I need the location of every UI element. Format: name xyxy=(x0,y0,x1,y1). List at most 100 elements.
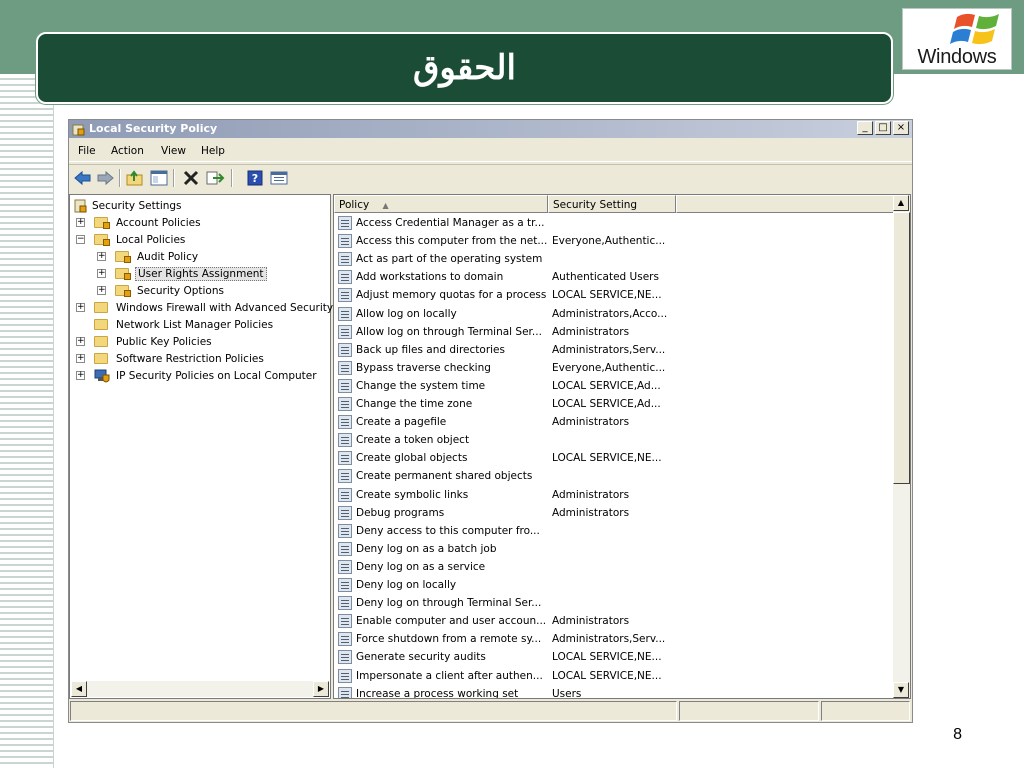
policy-row[interactable]: Impersonate a client after authen... LOCA… xyxy=(334,667,895,685)
policy-icon xyxy=(338,559,352,574)
policy-row[interactable]: Change the time zone LOCAL SERVICE,Ad... xyxy=(334,395,895,413)
tree-horizontal-scrollbar[interactable]: ◀ ▶ xyxy=(71,681,329,697)
policy-name: Enable computer and user accoun... xyxy=(356,615,547,628)
network-shield-icon xyxy=(94,369,110,383)
policy-name: Debug programs xyxy=(356,506,445,519)
policy-row[interactable]: Create permanent shared objects xyxy=(334,467,895,485)
policy-row[interactable]: Debug programs Administrators xyxy=(334,504,895,522)
policy-name: Change the system time xyxy=(356,379,486,392)
policy-row[interactable]: Create global objects LOCAL SERVICE,NE... xyxy=(334,449,895,467)
policy-name: Access Credential Manager as a tr... xyxy=(356,217,545,229)
policy-icon xyxy=(338,342,352,357)
folder-icon xyxy=(94,336,108,347)
policy-row[interactable]: Generate security audits LOCAL SERVICE,NE… xyxy=(334,648,895,666)
column-header-policy[interactable]: Policy ▲ xyxy=(334,195,548,213)
tree-item-label: Windows Firewall with Advanced Security xyxy=(116,302,334,314)
folder-icon xyxy=(94,353,108,364)
menu-file[interactable]: File xyxy=(78,145,96,157)
expand-icon[interactable]: + xyxy=(97,269,106,278)
policy-row[interactable]: Create symbolic links Administrators xyxy=(334,486,895,504)
policy-icon xyxy=(338,487,352,502)
toolbar: ? xyxy=(69,164,912,190)
list-vertical-scrollbar[interactable]: ▲ ▼ xyxy=(893,195,910,698)
expand-icon[interactable]: + xyxy=(76,337,85,346)
policy-icon xyxy=(338,668,352,683)
policy-row[interactable]: Change the system time LOCAL SERVICE,Ad..… xyxy=(334,377,895,395)
menu-help[interactable]: Help xyxy=(201,145,225,157)
column-header-security-setting[interactable]: Security Setting xyxy=(548,195,676,213)
maximize-button[interactable]: □ xyxy=(875,121,891,135)
policy-row[interactable]: Deny log on as a service xyxy=(334,558,895,576)
expand-icon[interactable]: + xyxy=(76,303,85,312)
expand-icon[interactable]: + xyxy=(76,218,85,227)
scroll-left-icon[interactable]: ◀ xyxy=(71,681,87,697)
menu-view[interactable]: View xyxy=(161,145,186,157)
policy-name: Create symbolic links xyxy=(356,488,469,501)
policy-row[interactable]: Enable computer and user accoun... Admini… xyxy=(334,612,895,630)
policy-row[interactable]: Bypass traverse checking Everyone,Authent… xyxy=(334,359,895,377)
policy-name: Create a pagefile xyxy=(356,416,447,429)
policy-security-setting: Everyone,Authentic... xyxy=(552,235,666,248)
tree-item-label: Public Key Policies xyxy=(116,336,212,348)
show-hide-tree-icon[interactable] xyxy=(149,169,169,187)
scroll-right-icon[interactable]: ▶ xyxy=(313,681,329,697)
expand-icon[interactable]: + xyxy=(76,354,85,363)
policy-row[interactable]: Create a token object xyxy=(334,431,895,449)
properties-icon[interactable] xyxy=(269,169,289,187)
export-icon[interactable] xyxy=(205,169,225,187)
forward-arrow-icon[interactable] xyxy=(95,169,115,187)
lock-icon xyxy=(124,256,131,263)
policy-name: Deny access to this computer fro... xyxy=(356,524,540,537)
policy-row[interactable]: Deny log on as a batch job xyxy=(334,540,895,558)
expand-icon[interactable]: + xyxy=(76,371,85,380)
policy-row[interactable]: Create a pagefile Administrators xyxy=(334,413,895,431)
up-folder-icon[interactable] xyxy=(125,169,145,187)
policy-row[interactable]: Act as part of the operating system xyxy=(334,250,895,268)
policy-row[interactable]: Adjust memory quotas for a process LOCAL … xyxy=(334,286,895,304)
policy-row[interactable]: Force shutdown from a remote sy... Admini… xyxy=(334,630,895,648)
scroll-down-icon[interactable]: ▼ xyxy=(893,682,909,698)
window-titlebar[interactable]: Local Security Policy _ □ × xyxy=(69,120,912,138)
policy-security-setting: LOCAL SERVICE,NE... xyxy=(552,669,662,682)
policy-icon xyxy=(338,505,352,520)
policy-name: Impersonate a client after authen... xyxy=(356,669,543,682)
policy-row[interactable]: Back up files and directories Administrat… xyxy=(334,341,895,359)
status-cell xyxy=(821,701,910,721)
menu-action[interactable]: Action xyxy=(111,145,144,157)
collapse-icon[interactable]: − xyxy=(76,235,85,244)
policy-security-setting: Administrators xyxy=(552,325,630,338)
policy-row[interactable]: Increase a process working set Users xyxy=(334,685,895,699)
policy-row[interactable]: Add workstations to domain Authenticated … xyxy=(334,268,895,286)
delete-icon[interactable] xyxy=(181,169,201,187)
policy-name: Allow log on through Terminal Ser... xyxy=(356,325,542,338)
policy-security-setting: Users xyxy=(552,687,582,699)
scroll-up-icon[interactable]: ▲ xyxy=(893,195,909,211)
policy-row[interactable]: Allow log on locally Administrators,Acco.… xyxy=(334,305,895,323)
policy-row[interactable]: Deny log on through Terminal Ser... xyxy=(334,594,895,612)
policy-row[interactable]: Access Credential Manager as a tr... xyxy=(334,214,895,232)
policy-row[interactable]: Access this computer from the net... Ever… xyxy=(334,232,895,250)
policy-row[interactable]: Allow log on through Terminal Ser... Admi… xyxy=(334,323,895,341)
help-icon[interactable]: ? xyxy=(245,169,265,187)
policy-icon xyxy=(338,306,352,321)
policy-security-setting: LOCAL SERVICE,Ad... xyxy=(552,398,661,410)
tree-item-label: Audit Policy xyxy=(137,251,199,263)
policy-name: Create permanent shared objects xyxy=(356,470,533,483)
column-header-empty[interactable] xyxy=(676,195,895,213)
scroll-thumb[interactable] xyxy=(893,212,910,484)
minimize-button[interactable]: _ xyxy=(857,121,873,135)
policy-row[interactable]: Deny log on locally xyxy=(334,576,895,594)
close-button[interactable]: × xyxy=(893,121,909,135)
policy-row[interactable]: Deny access to this computer fro... xyxy=(334,522,895,540)
policy-icon xyxy=(338,234,352,249)
back-arrow-icon[interactable] xyxy=(73,169,93,187)
expand-icon[interactable]: + xyxy=(97,286,106,295)
policy-icon xyxy=(338,288,352,303)
policy-icon xyxy=(338,686,352,698)
tree-item-label: Account Policies xyxy=(116,217,201,229)
svg-text:?: ? xyxy=(252,172,258,185)
policy-security-setting: Administrators,Serv... xyxy=(552,633,666,646)
lock-icon xyxy=(103,222,110,229)
expand-icon[interactable]: + xyxy=(97,252,106,261)
policy-icon xyxy=(338,650,352,665)
